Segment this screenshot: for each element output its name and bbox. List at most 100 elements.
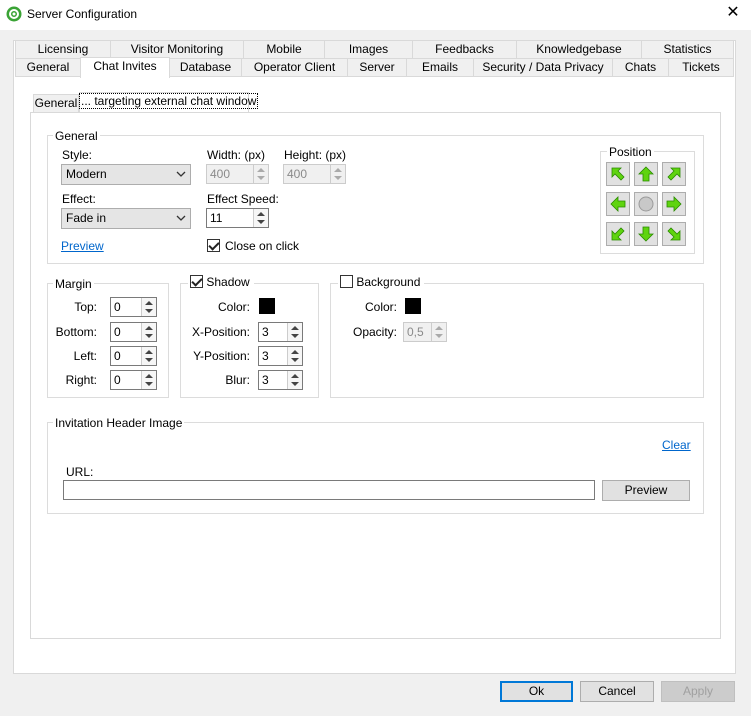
tab-database[interactable]: Database — [169, 58, 242, 77]
margin-top-label: Top: — [74, 300, 97, 314]
tab-server[interactable]: Server — [347, 58, 407, 77]
effect-speed-stepper[interactable]: 11 — [206, 208, 269, 228]
shadow-color-swatch[interactable] — [259, 298, 275, 314]
effect-speed-spin-buttons[interactable] — [253, 209, 268, 227]
background-opacity-spin-buttons[interactable] — [431, 323, 446, 341]
position-right-button[interactable] — [662, 192, 686, 216]
arrow-up-right-icon — [667, 167, 681, 181]
background-opacity-label: Opacity: — [352, 325, 397, 339]
position-bottom-left-button[interactable] — [606, 222, 630, 246]
center-dot-icon — [638, 196, 654, 212]
shadow-y-value: 3 — [262, 349, 269, 363]
tab-tickets[interactable]: Tickets — [668, 58, 734, 77]
arrow-up-icon — [638, 166, 654, 182]
margin-left-label: Left: — [73, 349, 97, 363]
background-color-label: Color: — [364, 300, 397, 314]
margin-left-spin-buttons[interactable] — [141, 347, 156, 365]
tab-mobile[interactable]: Mobile — [243, 40, 325, 59]
tab-images[interactable]: Images — [324, 40, 413, 59]
close-icon[interactable]: ✕ — [723, 4, 743, 24]
effect-speed-value: 11 — [210, 211, 223, 225]
shadow-blur-stepper[interactable]: 3 — [258, 370, 303, 390]
position-title: Position — [607, 145, 654, 159]
url-label: URL: — [66, 465, 94, 479]
arrow-down-left-icon — [611, 227, 625, 241]
general-group-title: General — [53, 129, 100, 143]
position-top-left-button[interactable] — [606, 162, 630, 186]
background-opacity-value: 0,5 — [407, 325, 424, 339]
url-input[interactable] — [63, 480, 595, 500]
subtab-general[interactable]: General — [33, 94, 79, 113]
margin-left-stepper[interactable]: 0 — [110, 346, 157, 366]
margin-bottom-label: Bottom: — [55, 325, 97, 339]
style-select[interactable]: Modern — [61, 164, 191, 185]
position-bottom-right-button[interactable] — [662, 222, 686, 246]
height-label: Height: (px) — [284, 148, 347, 162]
background-color-swatch[interactable] — [405, 298, 421, 314]
subtab-external-window-label: ... targeting external chat window — [78, 93, 259, 109]
margin-group-title: Margin — [53, 277, 94, 291]
height-stepper[interactable]: 400 — [283, 164, 346, 184]
margin-top-spin-buttons[interactable] — [141, 298, 156, 316]
tab-general[interactable]: General — [15, 58, 81, 77]
shadow-x-label: X-Position: — [191, 325, 250, 339]
width-label: Width: (px) — [207, 148, 266, 162]
chevron-down-icon — [176, 215, 186, 221]
background-opacity-stepper[interactable]: 0,5 — [403, 322, 447, 342]
position-left-button[interactable] — [606, 192, 630, 216]
tab-emails[interactable]: Emails — [406, 58, 474, 77]
shadow-y-stepper[interactable]: 3 — [258, 346, 303, 366]
background-group-header: Background — [338, 275, 425, 289]
background-group-title: Background — [356, 275, 421, 289]
tab-operator-client[interactable]: Operator Client — [241, 58, 348, 77]
clear-link[interactable]: Clear — [662, 438, 691, 452]
tab-chats[interactable]: Chats — [612, 58, 669, 77]
position-top-right-button[interactable] — [662, 162, 686, 186]
preview-link[interactable]: Preview — [61, 239, 104, 253]
shadow-checkbox[interactable] — [190, 275, 203, 288]
ok-button[interactable]: Ok — [500, 681, 573, 702]
effect-label: Effect: — [62, 192, 96, 206]
effect-speed-label: Effect Speed: — [207, 192, 279, 206]
cancel-button[interactable]: Cancel — [580, 681, 654, 702]
tab-chat-invites[interactable]: Chat Invites — [80, 57, 170, 78]
width-value: 400 — [210, 167, 231, 181]
shadow-blur-label: Blur: — [225, 373, 250, 387]
effect-select[interactable]: Fade in — [61, 208, 191, 229]
header-preview-button[interactable]: Preview — [602, 480, 690, 501]
margin-bottom-stepper[interactable]: 0 — [110, 322, 157, 342]
background-checkbox[interactable] — [340, 275, 353, 288]
margin-right-value: 0 — [114, 373, 121, 387]
shadow-x-spin-buttons[interactable] — [287, 323, 302, 341]
margin-right-stepper[interactable]: 0 — [110, 370, 157, 390]
tab-security-data-privacy[interactable]: Security / Data Privacy — [473, 58, 613, 77]
height-spin-buttons[interactable] — [330, 165, 345, 183]
margin-top-stepper[interactable]: 0 — [110, 297, 157, 317]
shadow-y-spin-buttons[interactable] — [287, 347, 302, 365]
close-on-click-checkbox[interactable] — [207, 239, 220, 252]
shadow-group-title: Shadow — [206, 275, 250, 289]
shadow-color-label: Color: — [217, 300, 250, 314]
position-top-button[interactable] — [634, 162, 658, 186]
width-spin-buttons[interactable] — [253, 165, 268, 183]
position-bottom-button[interactable] — [634, 222, 658, 246]
arrow-down-right-icon — [667, 227, 681, 241]
shadow-x-stepper[interactable]: 3 — [258, 322, 303, 342]
tab-statistics[interactable]: Statistics — [641, 40, 734, 59]
apply-button[interactable]: Apply — [661, 681, 735, 702]
shadow-x-value: 3 — [262, 325, 269, 339]
width-stepper[interactable]: 400 — [206, 164, 269, 184]
height-value: 400 — [287, 167, 308, 181]
header-image-group-title: Invitation Header Image — [53, 416, 185, 430]
chevron-down-icon — [176, 171, 186, 177]
margin-bottom-spin-buttons[interactable] — [141, 323, 156, 341]
tab-knowledgebase[interactable]: Knowledgebase — [516, 40, 642, 59]
margin-top-value: 0 — [114, 300, 121, 314]
margin-right-spin-buttons[interactable] — [141, 371, 156, 389]
shadow-blur-spin-buttons[interactable] — [287, 371, 302, 389]
tab-feedbacks[interactable]: Feedbacks — [412, 40, 517, 59]
position-center-button[interactable] — [634, 192, 658, 216]
arrow-left-icon — [610, 196, 626, 212]
subtab-external-window[interactable]: ... targeting external chat window — [78, 92, 259, 113]
window-title: Server Configuration — [27, 7, 138, 21]
